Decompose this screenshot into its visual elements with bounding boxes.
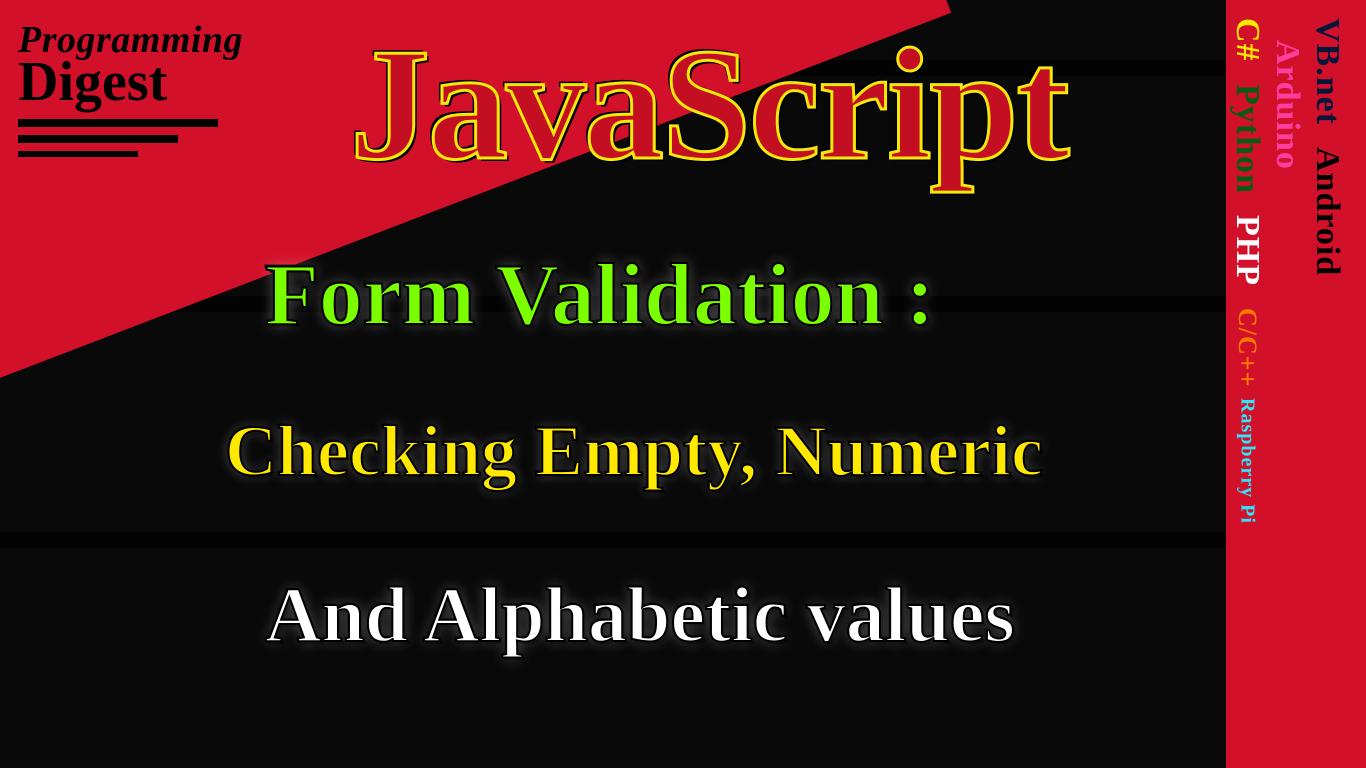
- side-tech-labels: C# Python PHP C/C++ Raspberry Pi Arduino VB.…: [1226, 0, 1366, 768]
- side-col-c: VB.net Android: [1308, 18, 1346, 748]
- brand-rule: [18, 119, 218, 127]
- side-label: Arduino: [1268, 40, 1306, 170]
- side-label: Android: [1308, 147, 1346, 276]
- side-label: Python: [1228, 84, 1266, 194]
- side-col-a: C# Python PHP C/C++ Raspberry Pi: [1228, 18, 1266, 748]
- side-col-b: Arduino: [1268, 18, 1306, 748]
- side-label: Raspberry Pi: [1236, 398, 1259, 524]
- title-javascript: JavaScript: [350, 12, 1068, 197]
- subtitle-checking: Checking Empty, Numeric: [225, 410, 1043, 493]
- brand-logo: Programming Digest: [18, 18, 318, 157]
- subtitle-alphabetic: And Alphabetic values: [265, 570, 1015, 660]
- side-label: VB.net: [1308, 18, 1346, 125]
- brand-line2: Digest: [18, 56, 318, 109]
- subtitle-form-validation: Form Validation :: [265, 245, 935, 346]
- side-label: PHP: [1228, 215, 1266, 286]
- brand-rule: [18, 135, 178, 143]
- thumbnail-canvas: Programming Digest JavaScript Form Valid…: [0, 0, 1366, 768]
- brand-rule: [18, 151, 138, 157]
- side-label: C/C++: [1232, 308, 1262, 387]
- side-label: C#: [1228, 18, 1266, 62]
